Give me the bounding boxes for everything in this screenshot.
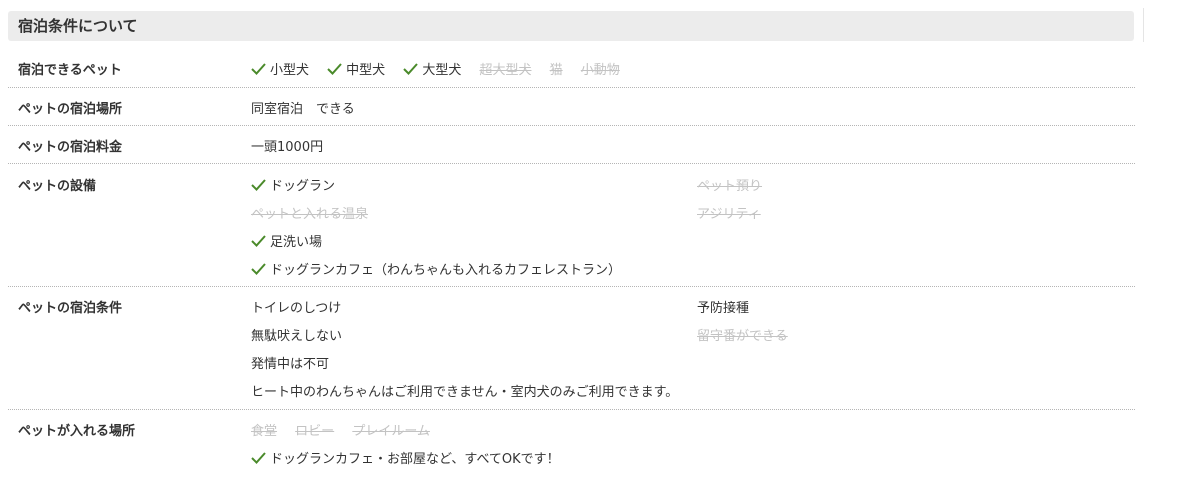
- check-icon: [251, 263, 266, 275]
- row-label: ペットの宿泊料金: [18, 140, 123, 155]
- condition-toilet: トイレのしつけ: [251, 301, 342, 316]
- pet-type-list: 小型犬 中型犬 大型犬 超大型犬 猫 小動物: [251, 59, 634, 78]
- check-icon: [403, 63, 419, 75]
- facility-dogrun: ドッグラン: [251, 175, 335, 194]
- pet-type-medium: 中型犬: [327, 59, 385, 78]
- check-icon: [327, 63, 342, 75]
- row-pet-areas: ペットが入れる場所 食堂 ロビー プレイルーム ドッグランカフェ・お部屋など、す…: [8, 420, 1135, 476]
- row-label: ペットが入れる場所: [18, 424, 136, 439]
- area-playroom: プレイルーム: [352, 424, 430, 439]
- row-label: ペットの宿泊場所: [18, 102, 123, 117]
- check-icon: [251, 452, 266, 464]
- area-dining: 食堂: [251, 424, 278, 439]
- row-pet-conditions: ペットの宿泊条件 トイレのしつけ 予防接種 無駄吠えしない 留守番ができる 発情…: [8, 297, 1135, 410]
- facility-footwash: 足洗い場: [251, 231, 322, 250]
- scroll-edge-divider: [1143, 8, 1144, 42]
- area-note: ドッグランカフェ・お部屋など、すべてOKです！: [251, 448, 560, 467]
- row-label: 宿泊できるペット: [18, 63, 122, 78]
- condition-stay-alone: 留守番ができる: [697, 329, 788, 344]
- condition-no-heat: 発情中は不可: [251, 357, 330, 372]
- condition-note: ヒート中のわんちゃんはご利用できません・室内犬のみご利用できます。: [251, 385, 679, 400]
- check-icon: [251, 63, 266, 75]
- row-label: ペットの設備: [18, 179, 97, 194]
- row-pet-place: ペットの宿泊場所 同室宿泊 できる: [8, 98, 1135, 126]
- row-pet-facilities: ペットの設備 ドッグラン ペット預り ペットと入れる温泉 アジリティ 足洗い場 …: [8, 175, 1135, 287]
- section-title: 宿泊条件について: [8, 11, 1134, 41]
- row-label: ペットの宿泊条件: [18, 301, 123, 316]
- pet-type-small: 小型犬: [251, 59, 309, 78]
- check-icon: [251, 179, 266, 191]
- row-pet-types: 宿泊できるペット 小型犬 中型犬 大型犬 超大型犬 猫 小動物: [8, 59, 1135, 88]
- pet-type-large: 大型犬: [403, 59, 461, 78]
- pet-area-list: 食堂 ロビー プレイルーム: [251, 420, 444, 439]
- check-icon: [251, 235, 266, 247]
- pet-type-small-animal: 小動物: [580, 63, 620, 78]
- pet-place-value: 同室宿泊 できる: [251, 102, 355, 117]
- row-pet-fee: ペットの宿泊料金 一頭1000円: [8, 136, 1135, 164]
- pet-type-cat: 猫: [549, 63, 563, 78]
- condition-no-barking: 無駄吠えしない: [251, 329, 343, 344]
- condition-vaccine: 予防接種: [697, 301, 750, 316]
- pet-fee-value: 一頭1000円: [251, 140, 324, 155]
- area-lobby: ロビー: [295, 424, 335, 439]
- facility-agility: アジリティ: [697, 207, 761, 222]
- facility-pet-sitting: ペット預り: [697, 179, 763, 194]
- facility-pet-onsen: ペットと入れる温泉: [251, 207, 369, 222]
- pet-type-xlarge: 超大型犬: [479, 63, 532, 78]
- facility-dogrun-cafe: ドッグランカフェ（わんちゃんも入れるカフェレストラン）: [251, 259, 621, 278]
